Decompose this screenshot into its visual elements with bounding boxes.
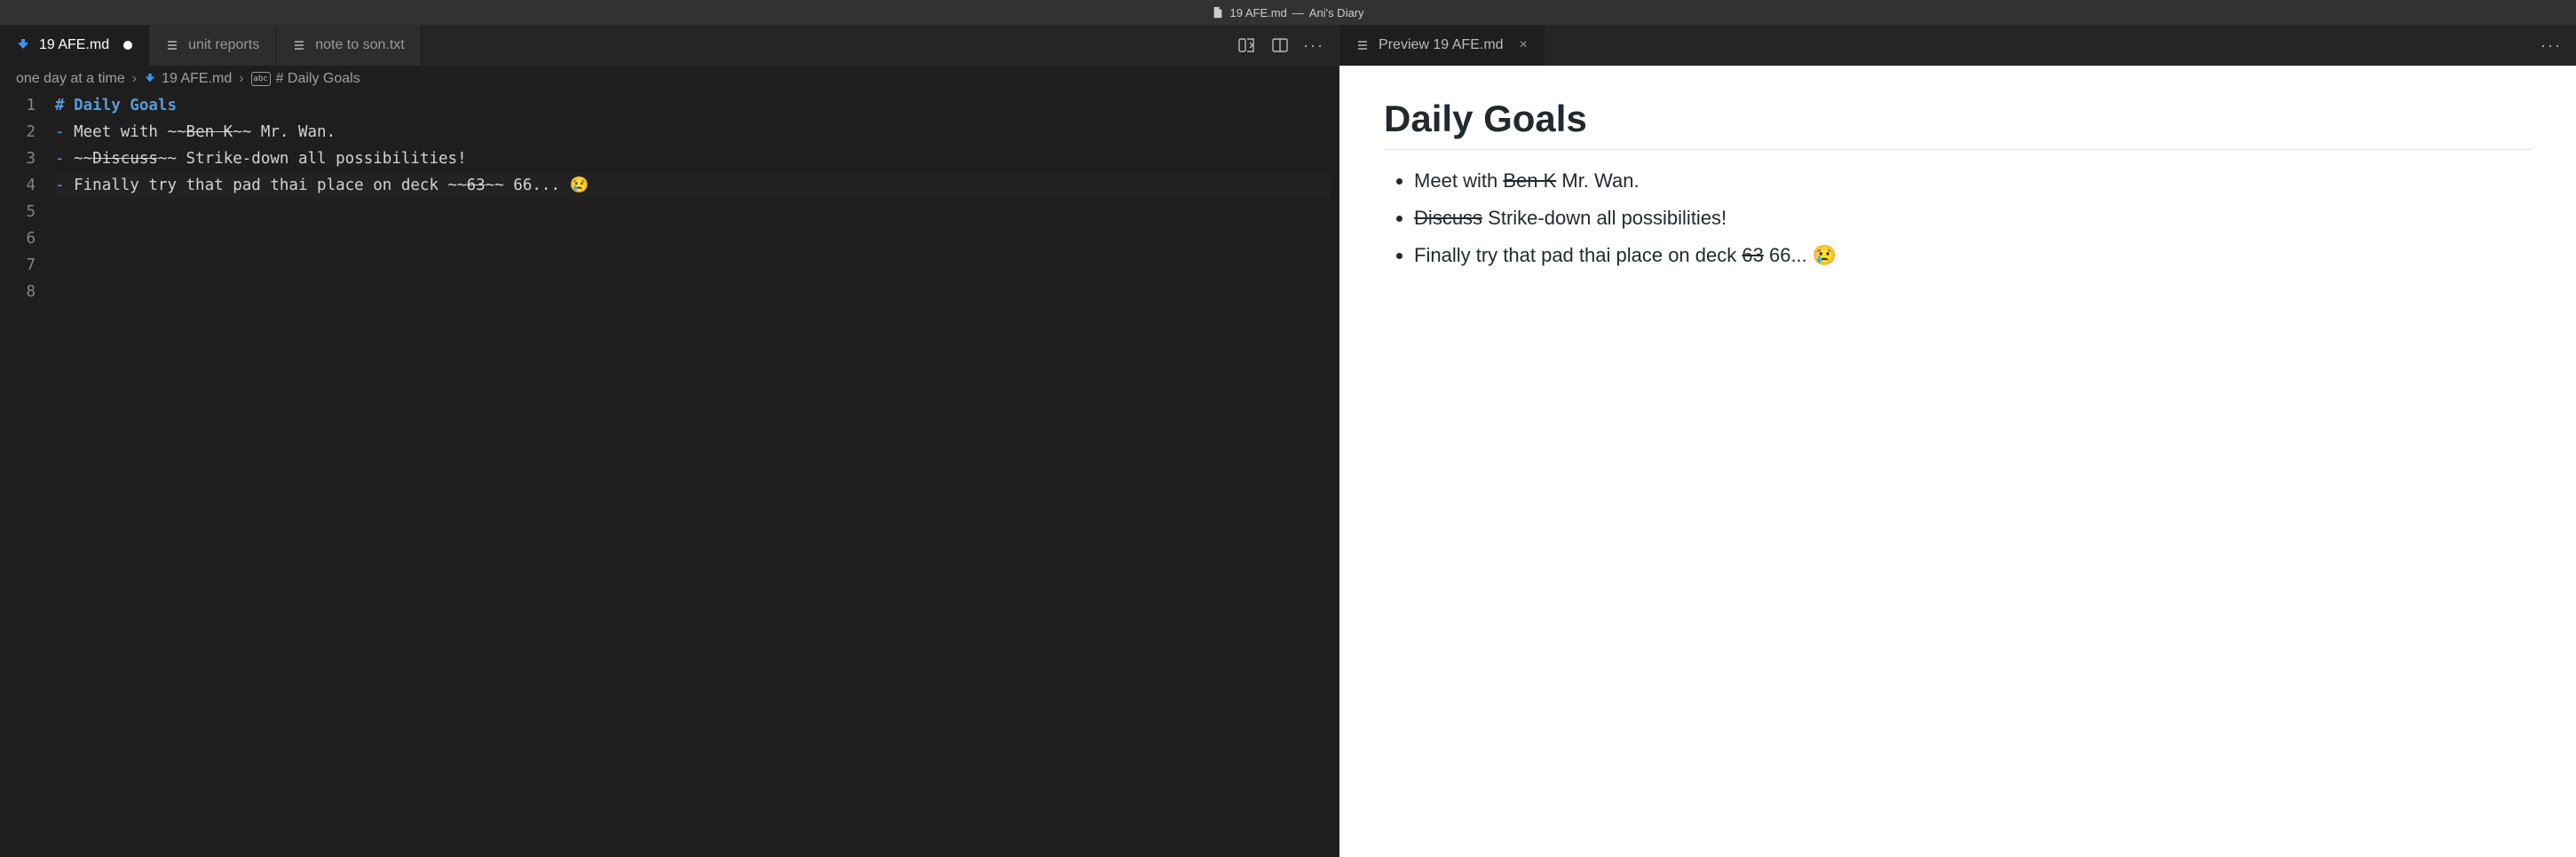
strike-mark: ~~ (74, 150, 92, 168)
dirty-indicator-icon (123, 41, 132, 50)
list-icon (292, 38, 306, 52)
strike-mark: ~~ (158, 150, 177, 168)
strike-text: 63 (467, 177, 486, 194)
symbol-text-icon: abc (251, 72, 271, 86)
line-number: 3 (0, 145, 36, 172)
breadcrumbs: one day at a time › 19 AFE.md › abc # Da… (0, 66, 1339, 92)
text: Meet with (74, 123, 167, 141)
strike-mark: ~~ (233, 123, 251, 141)
editor-tab-bar: 19 AFE.md unit reports note to son.txt (0, 25, 1339, 66)
more-actions-icon[interactable]: ··· (2542, 36, 2560, 54)
text: 66... 😢 (504, 177, 589, 194)
code-line[interactable]: - Finally try that pad thai place on dec… (55, 172, 1330, 199)
text: Meet with (1414, 169, 1503, 192)
window-titlebar: 19 AFE.md — Ani's Diary (0, 0, 2576, 25)
strike-text: 63 (1742, 244, 1763, 266)
window-title-app: Ani's Diary (1309, 6, 1364, 20)
breadcrumb-file[interactable]: 19 AFE.md (144, 71, 232, 87)
breadcrumb-symbol[interactable]: abc # Daily Goals (251, 71, 360, 87)
line-number-gutter: 1 2 3 4 5 6 7 8 (0, 92, 55, 857)
editor-body[interactable]: 1 2 3 4 5 6 7 8 # Daily Goals - Meet wit… (0, 92, 1339, 857)
preview-pane: Preview 19 AFE.md × ··· Daily Goals Meet… (1339, 25, 2576, 857)
preview-tab-label: Preview 19 AFE.md (1379, 37, 1504, 53)
preview-list-item: Finally try that pad thai place on deck … (1414, 237, 2532, 274)
text: Strike-down all possibilities! (1482, 207, 1727, 229)
chevron-right-icon: › (239, 71, 243, 87)
text: 66... 😢 (1764, 244, 1837, 266)
close-icon[interactable]: × (1520, 37, 1528, 53)
preview-body[interactable]: Daily Goals Meet with Ben K Mr. Wan. Dis… (1339, 66, 2576, 857)
code-line[interactable]: - ~~Discuss~~ Strike-down all possibilit… (55, 145, 1330, 172)
preview-tab-actions: ··· (2526, 25, 2576, 66)
strike-text: Ben K (1503, 169, 1556, 192)
more-actions-icon[interactable]: ··· (1305, 36, 1323, 54)
strike-text: Discuss (1414, 207, 1482, 229)
tab-19-afe[interactable]: 19 AFE.md (0, 25, 149, 66)
tab-note-to-son[interactable]: note to son.txt (276, 25, 422, 66)
text: Finally try that pad thai place on deck (1414, 244, 1742, 266)
editor-tab-actions: ··· (1221, 25, 1339, 66)
code-content[interactable]: # Daily Goals - Meet with ~~Ben K~~ Mr. … (55, 92, 1339, 857)
line-number: 2 (0, 119, 36, 145)
window-title-sep: — (1292, 6, 1304, 20)
editor-pane: 19 AFE.md unit reports note to son.txt (0, 25, 1339, 857)
line-number: 6 (0, 225, 36, 252)
tab-label: note to son.txt (315, 37, 405, 53)
arrow-down-icon (144, 73, 156, 85)
preview-icon (1355, 38, 1370, 52)
file-icon (1212, 6, 1224, 19)
window-title-file: 19 AFE.md (1229, 6, 1286, 20)
preview-list-item: Meet with Ben K Mr. Wan. (1414, 162, 2532, 200)
line-number: 8 (0, 279, 36, 305)
bullet-dash: - (55, 177, 65, 194)
line-number: 7 (0, 252, 36, 279)
preview-tab[interactable]: Preview 19 AFE.md × (1339, 25, 1545, 66)
breadcrumb-symbol-label: # Daily Goals (276, 71, 360, 87)
strike-mark: ~~ (448, 177, 467, 194)
strike-mark: ~~ (486, 177, 504, 194)
line-number: 1 (0, 92, 36, 119)
line-number: 5 (0, 199, 36, 225)
code-line[interactable]: # Daily Goals (55, 92, 1330, 119)
tab-unit-reports[interactable]: unit reports (149, 25, 276, 66)
tab-label: unit reports (188, 37, 259, 53)
strike-text: Discuss (92, 150, 158, 168)
preview-tab-bar: Preview 19 AFE.md × ··· (1339, 25, 2576, 66)
bullet-dash: - (55, 123, 65, 141)
preview-heading: Daily Goals (1384, 98, 2532, 150)
chevron-right-icon: › (132, 71, 137, 87)
split-editor-icon[interactable] (1271, 36, 1289, 54)
list-icon (165, 38, 179, 52)
strike-mark: ~~ (167, 123, 186, 141)
breadcrumb-file-label: 19 AFE.md (162, 71, 232, 87)
breadcrumb-root[interactable]: one day at a time (16, 71, 125, 87)
code-line[interactable]: - Meet with ~~Ben K~~ Mr. Wan. (55, 119, 1330, 145)
text: Strike-down all possibilities! (177, 150, 467, 168)
preview-list-item: Discuss Strike-down all possibilities! (1414, 200, 2532, 237)
bullet-dash: - (55, 150, 65, 168)
text: Finally try that pad thai place on deck (74, 177, 447, 194)
heading-text: Daily Goals (65, 97, 177, 114)
tab-label: 19 AFE.md (39, 37, 109, 53)
compare-changes-icon[interactable] (1237, 36, 1255, 54)
line-number: 4 (0, 172, 36, 199)
heading-hash: # (55, 97, 65, 114)
text: Mr. Wan. (1556, 169, 1639, 192)
arrow-down-icon (16, 38, 30, 52)
text: Mr. Wan. (251, 123, 336, 141)
preview-list: Meet with Ben K Mr. Wan. Discuss Strike-… (1384, 162, 2532, 273)
strike-text: Ben K (186, 123, 233, 141)
